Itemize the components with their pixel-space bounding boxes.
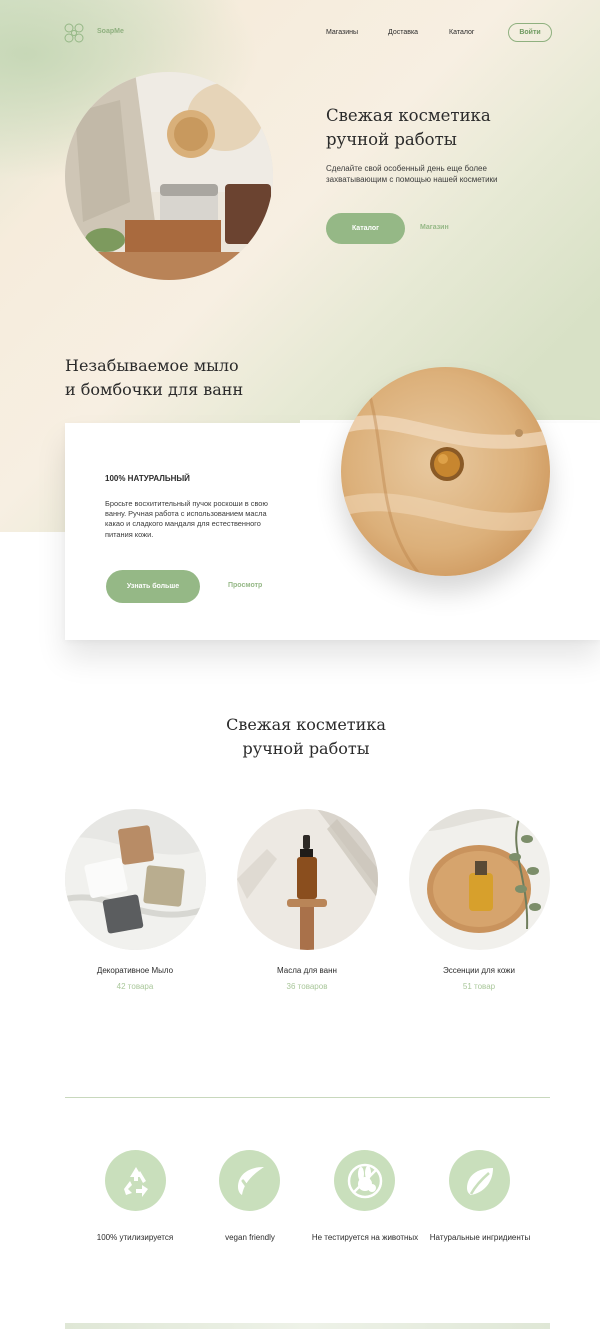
hero-title: Свежая косметика ручной работы [326, 104, 566, 152]
category-image-essences[interactable] [409, 809, 550, 950]
category-count-essences: 51 товар [462, 982, 496, 991]
hero-title-line2: ручной работы [326, 130, 457, 149]
category-name-essences[interactable]: Эссенции для кожи [394, 966, 564, 975]
categories-title: Свежая косметика ручной работы [150, 713, 462, 761]
category-count-oils: 36 товаров [286, 982, 328, 991]
section-divider [65, 1097, 550, 1098]
soap-title-line2: и бомбочки для ванн [65, 380, 244, 399]
leaf-check-icon [219, 1150, 280, 1211]
hero-subtitle: Сделайте свой особенный день еще более з… [326, 164, 498, 184]
feature-label-vegan: vegan friendly [225, 1233, 275, 1242]
login-button[interactable]: Войти [508, 23, 552, 42]
rabbit-icon [334, 1150, 395, 1211]
leaf-icon [449, 1150, 510, 1211]
shop-link[interactable]: Магазин [420, 224, 449, 231]
nav-item-delivery[interactable]: Доставка [388, 29, 418, 36]
soap-card-heading: 100% НАТУРАЛЬНЫЙ [105, 474, 190, 483]
footer-strip [65, 1323, 550, 1329]
category-count-soap: 42 товара [116, 982, 154, 991]
nav-item-catalog[interactable]: Каталог [449, 29, 474, 36]
categories-title-line1: Свежая косметика [226, 715, 386, 734]
hero-image [65, 72, 273, 280]
brand-name[interactable]: SoapMe [97, 28, 124, 35]
feature-label-natural: Натуральные ингридиенты [429, 1233, 531, 1242]
soap-image [341, 367, 550, 576]
feature-label-cruelty-free: Не тестируется на животных [311, 1233, 419, 1242]
category-name-soap[interactable]: Декоративное Мыло [50, 966, 220, 975]
soap-card-text: Бросьте восхитительный пучок роскоши в с… [105, 499, 268, 539]
logo-icon[interactable] [63, 22, 85, 44]
catalog-button[interactable]: Каталог [326, 213, 405, 244]
nav-item-stores[interactable]: Магазины [326, 29, 358, 36]
feature-label-recyclable: 100% утилизируется [96, 1233, 174, 1242]
category-image-oils[interactable] [237, 809, 378, 950]
soap-section-title: Незабываемое мыло и бомбочки для ванн [65, 354, 305, 402]
category-image-soap[interactable] [65, 809, 206, 950]
soap-title-line1: Незабываемое мыло [65, 356, 239, 375]
learn-more-button[interactable]: Узнать больше [106, 570, 200, 603]
view-link[interactable]: Просмотр [228, 582, 262, 589]
category-name-oils[interactable]: Масла для ванн [222, 966, 392, 975]
categories-title-line2: ручной работы [242, 739, 370, 758]
hero-title-line1: Свежая косметика [326, 106, 491, 125]
recycle-icon [105, 1150, 166, 1211]
